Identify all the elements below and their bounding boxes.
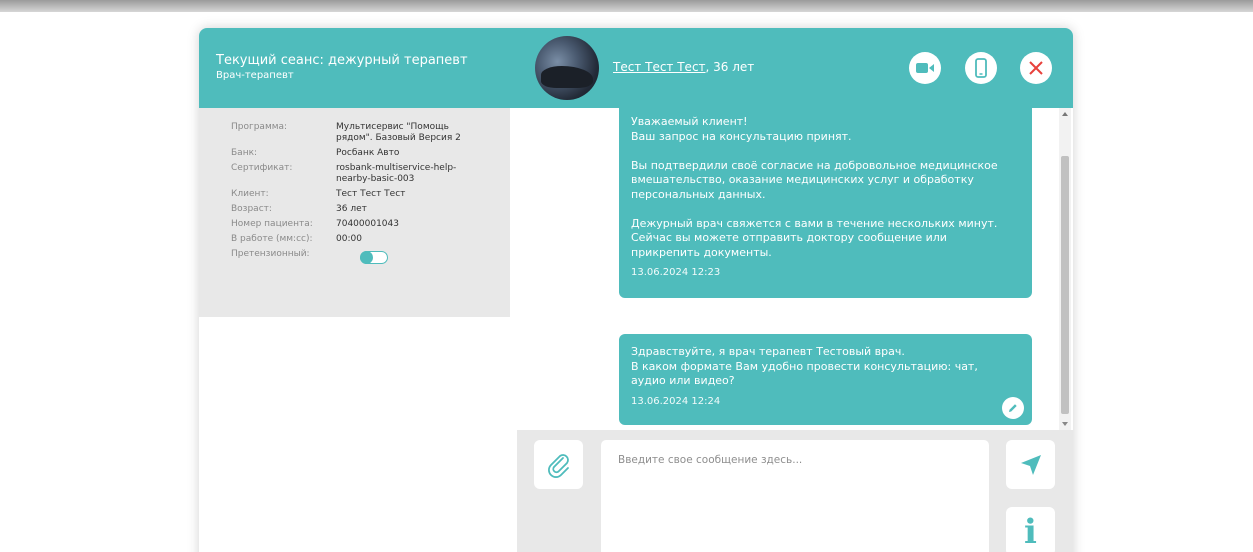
info-button[interactable]: i	[1006, 507, 1055, 552]
video-camera-icon	[916, 63, 934, 73]
scroll-up-arrow[interactable]	[1062, 112, 1068, 116]
detail-row-client: Клиент: Тест Тест Тест	[231, 189, 511, 200]
message-line: Здравствуйте, я врач терапевт Тестовый в…	[631, 345, 905, 358]
detail-row-certificate: Сертификат: rosbank-multiservice-help-ne…	[231, 163, 511, 185]
details-grid: Программа: Мультисервис "Помощь рядом". …	[231, 122, 511, 268]
detail-row-bank: Банк: Росбанк Авто	[231, 148, 511, 159]
message-line: Вы подтвердили своё согласие на добровол…	[631, 158, 998, 172]
detail-label: Клиент:	[231, 189, 269, 199]
message-line: аудио или видео?	[631, 374, 735, 387]
detail-value: 70400001043	[336, 219, 399, 229]
edit-message-button[interactable]	[1002, 397, 1024, 419]
patient-age: , 36 лет	[705, 60, 755, 74]
detail-label: Банк:	[231, 148, 258, 158]
session-subtitle: Врач-терапевт	[216, 70, 294, 81]
patient-avatar	[535, 36, 599, 100]
detail-value: rosbank-multiservice-help-nearby-basic-0…	[336, 163, 457, 184]
consultation-window: Текущий сеанс: дежурный терапевт Врач-те…	[199, 28, 1073, 552]
patient-name-link[interactable]: Тест Тест Тест	[613, 60, 706, 74]
detail-value: Росбанк Авто	[336, 148, 400, 158]
audio-call-button[interactable]	[965, 52, 997, 84]
detail-label: Номер пациента:	[231, 219, 313, 229]
attach-file-button[interactable]	[534, 440, 583, 489]
message-line: Сейчас вы можете отправить доктору сообщ…	[631, 231, 947, 244]
detail-row-patient-number: Номер пациента: 70400001043	[231, 219, 511, 230]
header: Текущий сеанс: дежурный терапевт Врач-те…	[199, 28, 1073, 108]
composer: i	[517, 430, 1073, 552]
detail-value: 36 лет	[336, 204, 367, 214]
message-line: Дежурный врач свяжется с вами в течение …	[631, 216, 998, 230]
detail-label: Возраст:	[231, 204, 272, 214]
chat-scrollbar[interactable]	[1059, 108, 1071, 430]
scroll-down-arrow[interactable]	[1062, 422, 1068, 426]
detail-row-program: Программа: Мультисервис "Помощь рядом". …	[231, 122, 511, 144]
chat-message: Здравствуйте, я врач терапевт Тестовый в…	[619, 334, 1032, 425]
phone-icon	[975, 58, 987, 78]
detail-value: Мультисервис "Помощь рядом". Базовый Вер…	[336, 122, 461, 143]
claim-toggle[interactable]	[360, 251, 388, 264]
info-icon: i	[1024, 511, 1037, 552]
chat-messages[interactable]: Уважаемый клиент! Ваш запрос на консульт…	[517, 108, 1061, 430]
detail-label: Сертификат:	[231, 163, 293, 173]
message-line: В каком формате Вам удобно провести конс…	[631, 359, 978, 373]
patient-info-panel: Программа: Мультисервис "Помощь рядом". …	[199, 108, 510, 552]
send-icon	[1020, 454, 1041, 475]
scroll-thumb[interactable]	[1061, 156, 1069, 414]
message-input[interactable]	[601, 440, 989, 552]
chat-message: Уважаемый клиент! Ваш запрос на консульт…	[619, 108, 1032, 298]
message-line: вмешательство, оказание медицинских услу…	[631, 173, 974, 186]
detail-label: В работе (мм:сс):	[231, 234, 313, 244]
session-title: Текущий сеанс: дежурный терапевт	[216, 53, 468, 68]
video-call-button[interactable]	[909, 52, 941, 84]
message-line: персональных данных.	[631, 187, 766, 201]
pencil-icon	[1009, 404, 1017, 412]
message-line: Ваш запрос на консультацию принят.	[631, 129, 852, 143]
message-line: Уважаемый клиент!	[631, 115, 748, 128]
patient-details: Программа: Мультисервис "Помощь рядом". …	[199, 108, 510, 317]
message-line: прикрепить документы.	[631, 245, 772, 259]
detail-label: Программа:	[231, 122, 288, 132]
detail-row-work-time: В работе (мм:сс): 00:00	[231, 234, 511, 245]
message-time: 13.06.2024 12:24	[631, 395, 721, 407]
detail-value: Тест Тест Тест	[336, 189, 406, 199]
detail-row-claim: Претензионный:	[231, 249, 511, 264]
patient-info: Тест Тест Тест, 36 лет	[613, 60, 754, 74]
close-session-button[interactable]	[1020, 52, 1052, 84]
detail-value: 00:00	[336, 234, 362, 244]
browser-top-bar	[0, 0, 1253, 12]
close-icon	[1029, 61, 1043, 75]
paperclip-icon	[547, 453, 569, 478]
message-time: 13.06.2024 12:23	[631, 267, 721, 278]
detail-label: Претензионный:	[231, 249, 310, 259]
detail-row-age: Возраст: 36 лет	[231, 204, 511, 215]
send-button[interactable]	[1006, 440, 1055, 489]
